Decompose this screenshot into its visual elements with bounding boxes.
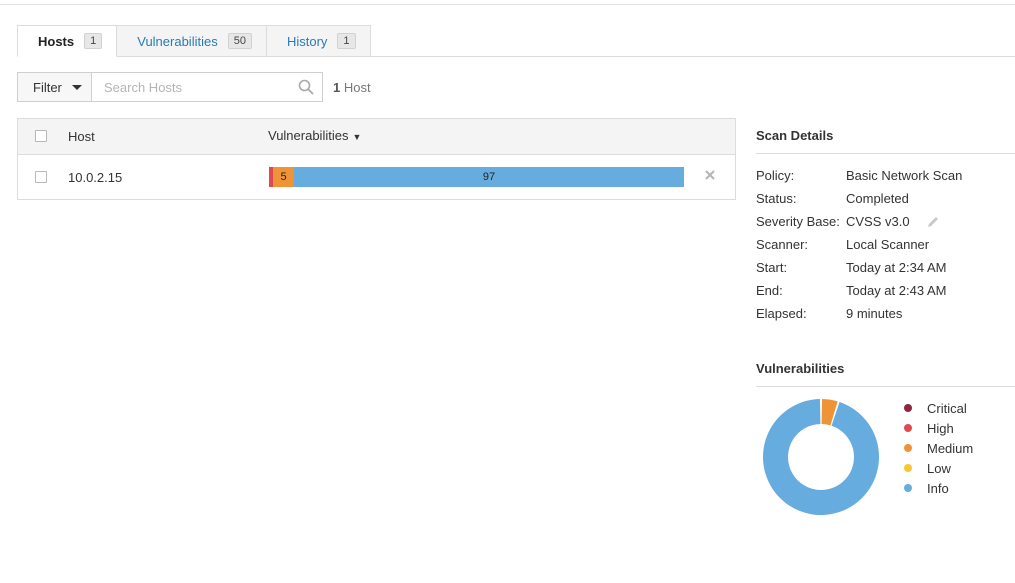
detail-value: 9 minutes bbox=[846, 306, 903, 321]
tab-label: Vulnerabilities bbox=[137, 33, 218, 49]
column-header-label: Vulnerabilities bbox=[268, 128, 349, 143]
column-header-host[interactable]: Host bbox=[68, 129, 95, 144]
column-header-vulnerabilities[interactable]: Vulnerabilities ▼ bbox=[268, 128, 361, 143]
detail-key: Severity Base: bbox=[756, 214, 840, 229]
tab-count-badge: 1 bbox=[337, 33, 356, 49]
legend-label: Info bbox=[927, 480, 949, 496]
tab-history[interactable]: History 1 bbox=[266, 25, 371, 57]
legend-item-high: High bbox=[904, 418, 973, 438]
legend-dot-icon bbox=[904, 484, 912, 492]
legend-item-info: Info bbox=[904, 478, 973, 498]
legend-label: Critical bbox=[927, 400, 967, 416]
table-header: Host Vulnerabilities ▼ bbox=[18, 119, 735, 155]
detail-key: Scanner: bbox=[756, 237, 809, 252]
detail-value: Today at 2:34 AM bbox=[846, 260, 947, 275]
legend-item-low: Low bbox=[904, 458, 973, 478]
detail-value-wrap: CVSS v3.0 bbox=[846, 214, 940, 229]
tab-label: History bbox=[286, 33, 328, 49]
scan-details-title: Scan Details bbox=[756, 128, 834, 143]
hosts-table: Host Vulnerabilities ▼ 10.0.2.15 5 97 bbox=[17, 118, 736, 200]
legend-dot-icon bbox=[904, 424, 912, 432]
detail-key: Start: bbox=[756, 260, 788, 275]
tab-label: Hosts bbox=[38, 33, 75, 49]
detail-row-status: Status: Completed bbox=[756, 187, 1015, 210]
search-box bbox=[91, 72, 323, 102]
host-count-number: 1 bbox=[333, 80, 341, 95]
vulnerabilities-legend: Critical High Medium Low Info bbox=[904, 398, 973, 498]
bar-segment-medium[interactable]: 5 bbox=[273, 167, 294, 187]
search-icon[interactable] bbox=[298, 79, 314, 95]
host-count-label: Host bbox=[343, 80, 371, 95]
detail-key: Elapsed: bbox=[756, 306, 807, 321]
legend-item-critical: Critical bbox=[904, 398, 973, 418]
detail-value: CVSS v3.0 bbox=[846, 214, 910, 229]
remove-host-icon[interactable] bbox=[704, 168, 716, 182]
legend-label: Low bbox=[927, 460, 951, 476]
filter-dropdown-button[interactable]: Filter bbox=[17, 72, 92, 102]
scan-details-list: Policy: Basic Network Scan Status: Compl… bbox=[756, 164, 1015, 325]
vulnerabilities-divider bbox=[756, 386, 1015, 387]
select-all-checkbox[interactable] bbox=[35, 130, 47, 142]
detail-row-start: Start: Today at 2:34 AM bbox=[756, 256, 1015, 279]
row-checkbox[interactable] bbox=[35, 171, 47, 183]
legend-dot-icon bbox=[904, 464, 912, 472]
pencil-edit-icon[interactable] bbox=[926, 215, 940, 229]
detail-row-end: End: Today at 2:43 AM bbox=[756, 279, 1015, 302]
filter-label: Filter bbox=[33, 79, 62, 95]
detail-key: Policy: bbox=[756, 168, 795, 183]
tab-bar: Hosts 1 Vulnerabilities 50 History 1 bbox=[17, 25, 371, 57]
tab-vulnerabilities[interactable]: Vulnerabilities 50 bbox=[117, 25, 267, 57]
detail-value: Basic Network Scan bbox=[846, 168, 963, 183]
tab-count-badge: 50 bbox=[227, 33, 252, 49]
tab-count-badge: 1 bbox=[84, 33, 103, 49]
search-input[interactable] bbox=[102, 73, 292, 101]
detail-key: End: bbox=[756, 283, 783, 298]
vulnerabilities-donut-chart[interactable] bbox=[760, 396, 882, 518]
legend-dot-icon bbox=[904, 404, 912, 412]
tab-hosts[interactable]: Hosts 1 bbox=[17, 25, 118, 57]
host-ip: 10.0.2.15 bbox=[68, 170, 123, 185]
host-count: 1 Host bbox=[333, 80, 371, 95]
detail-row-policy: Policy: Basic Network Scan bbox=[756, 164, 1015, 187]
sort-desc-icon: ▼ bbox=[352, 132, 362, 142]
bar-segment-info[interactable]: 97 bbox=[294, 167, 684, 187]
detail-row-scanner: Scanner: Local Scanner bbox=[756, 233, 1015, 256]
vulnerability-bar[interactable]: 5 97 bbox=[269, 167, 684, 187]
donut-slice-info[interactable] bbox=[763, 399, 879, 515]
detail-value: Completed bbox=[846, 191, 909, 206]
detail-key: Status: bbox=[756, 191, 797, 206]
legend-item-medium: Medium bbox=[904, 438, 973, 458]
caret-down-icon bbox=[71, 84, 82, 90]
scan-details-divider bbox=[756, 153, 1015, 154]
legend-label: High bbox=[927, 420, 954, 436]
vulnerabilities-title: Vulnerabilities bbox=[756, 361, 845, 376]
detail-value: Local Scanner bbox=[846, 237, 930, 252]
top-divider bbox=[0, 4, 1015, 5]
legend-dot-icon bbox=[904, 444, 912, 452]
legend-label: Medium bbox=[927, 440, 974, 456]
detail-row-severity-base: Severity Base: CVSS v3.0 bbox=[756, 210, 1015, 233]
detail-row-elapsed: Elapsed: 9 minutes bbox=[756, 302, 1015, 325]
detail-value: Today at 2:43 AM bbox=[846, 283, 947, 298]
table-row[interactable]: 10.0.2.15 5 97 bbox=[18, 155, 735, 199]
